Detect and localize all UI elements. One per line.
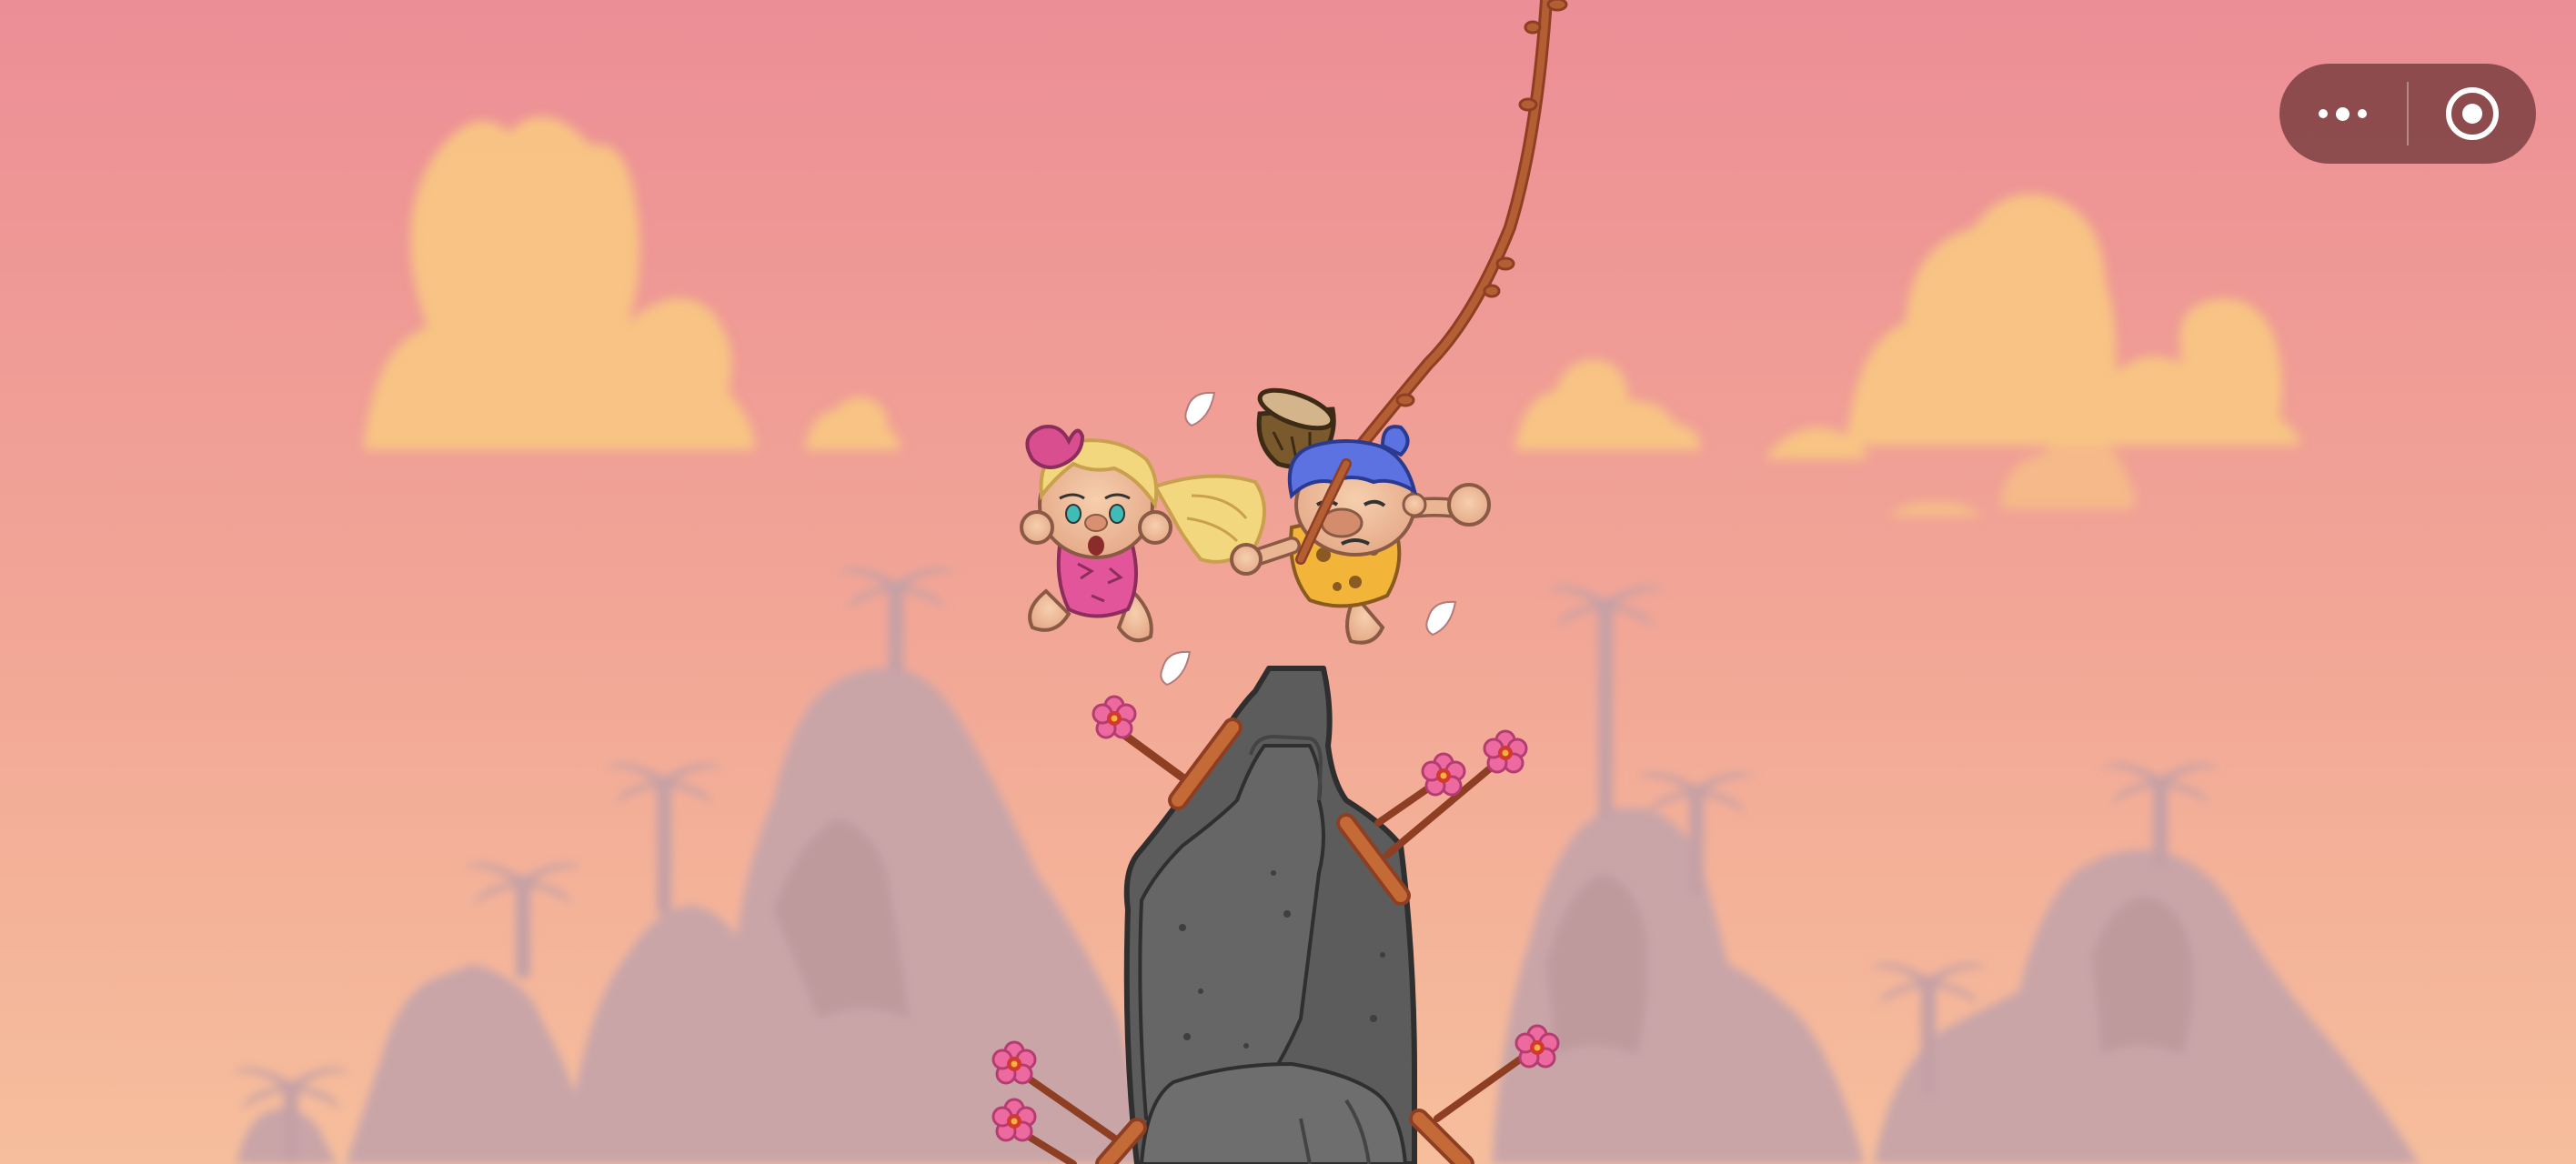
target-close-icon <box>2446 87 2500 140</box>
more-button[interactable] <box>2279 64 2407 164</box>
menu-capsule <box>2279 64 2536 164</box>
more-dots-icon <box>2319 106 2368 121</box>
close-button[interactable] <box>2409 64 2536 164</box>
game-scene <box>0 0 2576 1164</box>
